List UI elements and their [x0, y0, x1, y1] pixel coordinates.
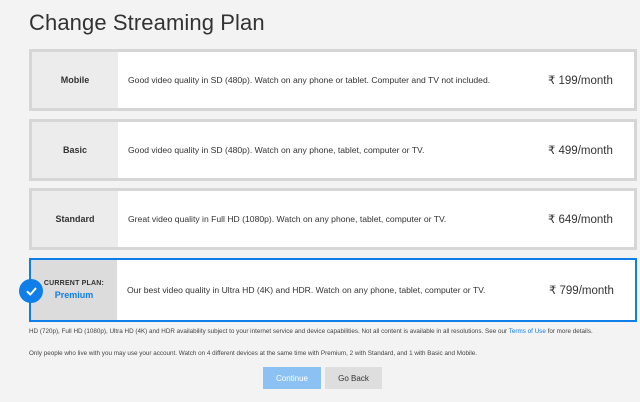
terms-of-use-link[interactable]: Terms of Use	[509, 328, 546, 335]
continue-button[interactable]: Continue	[263, 367, 321, 389]
plan-name-cell: Standard	[32, 191, 118, 247]
plan-name-cell: CURRENT PLAN: Premium	[31, 260, 117, 320]
plan-name: Basic	[62, 145, 88, 155]
plan-price: ₹ 799/month	[549, 285, 614, 297]
plan-name: Standard	[55, 214, 95, 224]
plan-option-standard[interactable]: Standard Great video quality in Full HD …	[29, 188, 637, 250]
plan-option-basic[interactable]: Basic Good video quality in SD (480p). W…	[29, 119, 637, 181]
plan-price: ₹ 199/month	[548, 75, 613, 87]
plan-name-cell: Mobile	[32, 52, 118, 108]
plan-description: Good video quality in SD (480p). Watch o…	[128, 145, 425, 155]
availability-footnote: HD (720p), Full HD (1080p), Ultra HD (4K…	[29, 328, 614, 336]
go-back-button[interactable]: Go Back	[325, 367, 382, 389]
page-title: Change Streaming Plan	[29, 10, 265, 35]
plan-description: Good video quality in SD (480p). Watch o…	[128, 75, 491, 85]
plan-price: ₹ 649/month	[548, 214, 613, 226]
plan-price: ₹ 499/month	[548, 145, 613, 157]
plan-name: Premium	[54, 290, 94, 300]
availability-suffix: for more details.	[547, 328, 593, 335]
plan-description: Our best video quality in Ultra HD (4K) …	[127, 285, 486, 295]
availability-text: HD (720p), Full HD (1080p), Ultra HD (4K…	[29, 328, 508, 335]
plan-name: Mobile	[60, 75, 90, 85]
plan-name-cell: Basic	[32, 122, 118, 178]
plan-option-premium[interactable]: CURRENT PLAN: Premium Our best video qua…	[19, 258, 637, 322]
current-plan-label: CURRENT PLAN:	[43, 280, 105, 287]
plan-option-mobile[interactable]: Mobile Good video quality in SD (480p). …	[29, 49, 637, 111]
plan-description: Great video quality in Full HD (1080p). …	[128, 214, 447, 224]
household-footnote: Only people who live with you may use yo…	[29, 350, 478, 357]
checkmark-icon	[19, 279, 43, 303]
